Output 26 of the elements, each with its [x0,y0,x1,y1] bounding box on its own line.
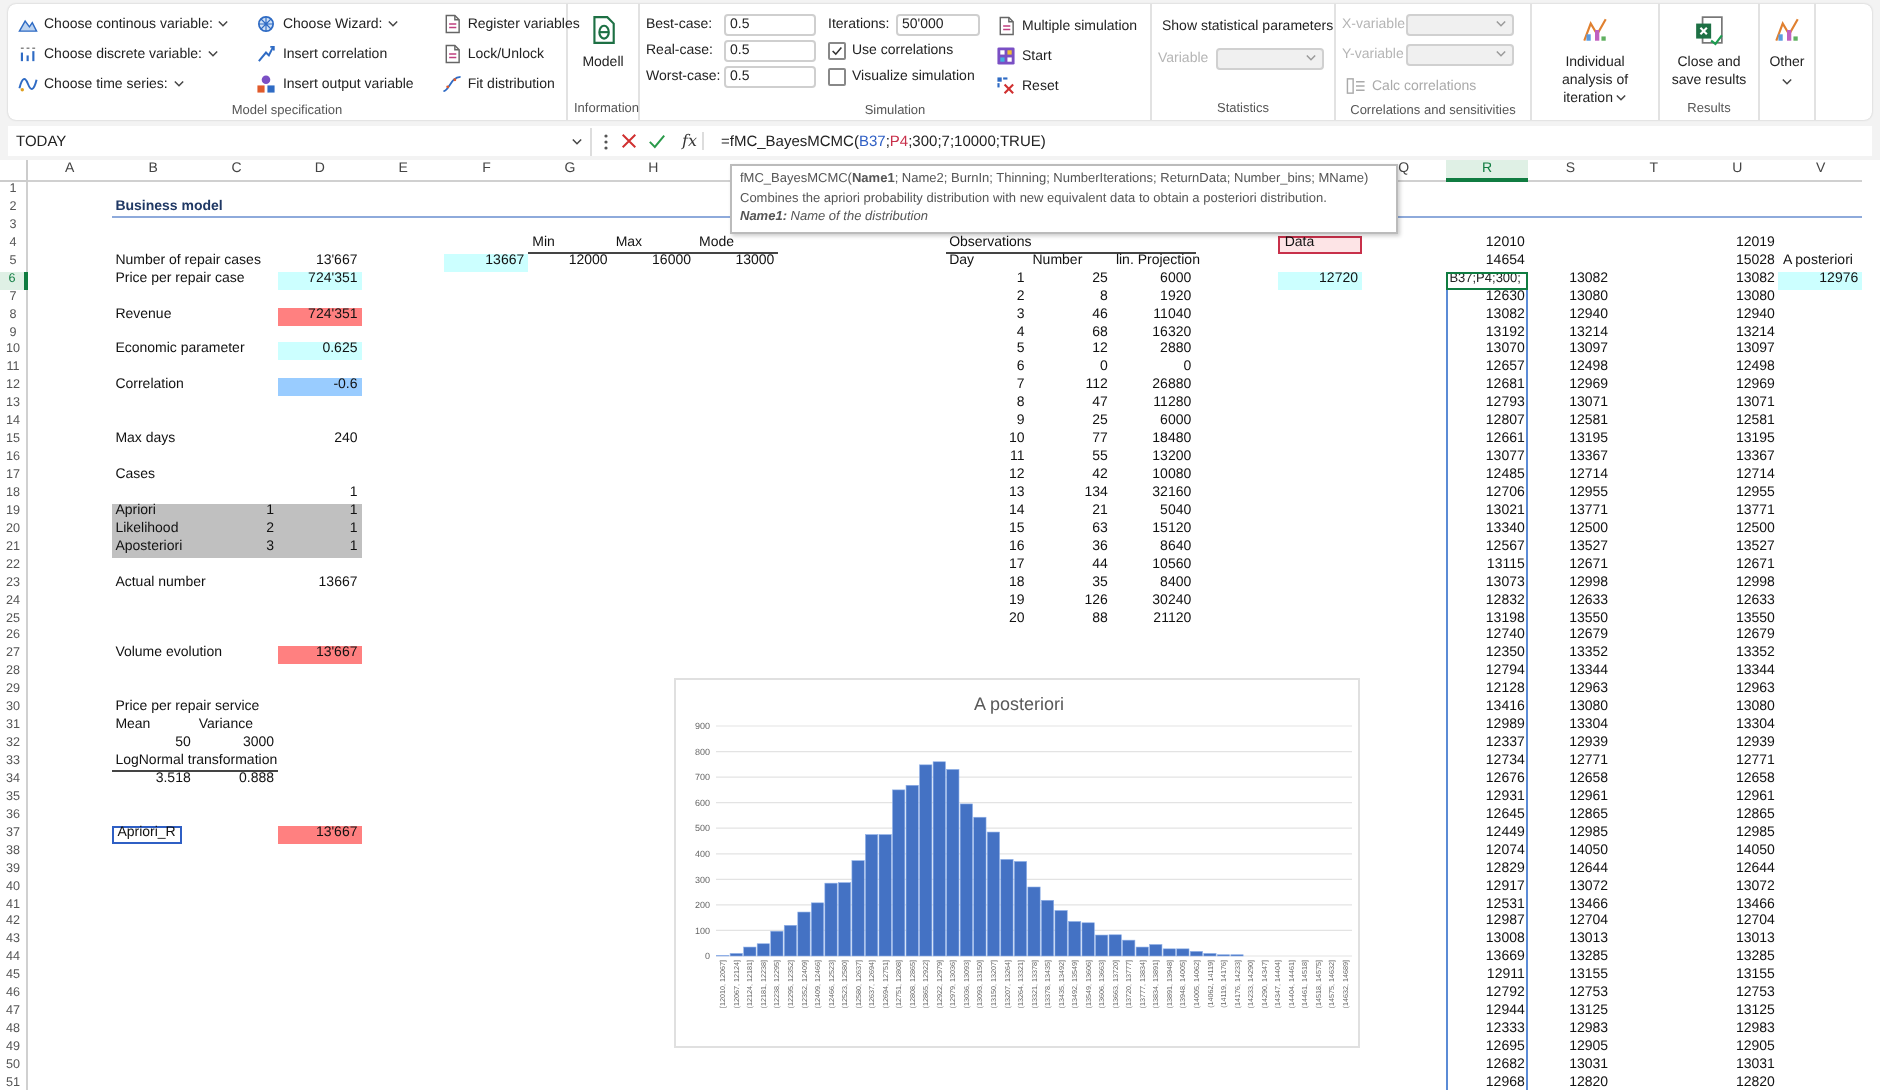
chart-title: A posteriori [973,694,1065,714]
grid-icon [996,46,1016,66]
cross-icon [996,76,1016,96]
checkbox[interactable] [828,41,846,59]
list-icon [1346,76,1366,96]
shapes-icon [256,74,277,94]
document-icon [441,14,462,34]
mountain-icon [18,14,38,34]
caret-icon [1496,20,1506,28]
wave-icon [18,74,38,94]
document-icon [588,12,618,48]
caret-icon [572,137,582,145]
cancel-icon[interactable] [620,132,638,150]
document-icon [996,16,1016,36]
document-icon [441,44,462,64]
curve-icon [441,74,462,94]
checkbox[interactable] [828,67,846,85]
caret-icon [1496,50,1506,58]
bar-chart-icon [18,44,38,64]
more-icon[interactable] [602,131,610,151]
confirm-icon[interactable] [648,132,666,150]
arrow-icon [256,44,277,64]
wheel-icon [256,14,277,34]
function-button[interactable]: fx [676,132,705,150]
spreadsheet-icon [1694,12,1724,48]
caret-icon [1306,54,1316,62]
